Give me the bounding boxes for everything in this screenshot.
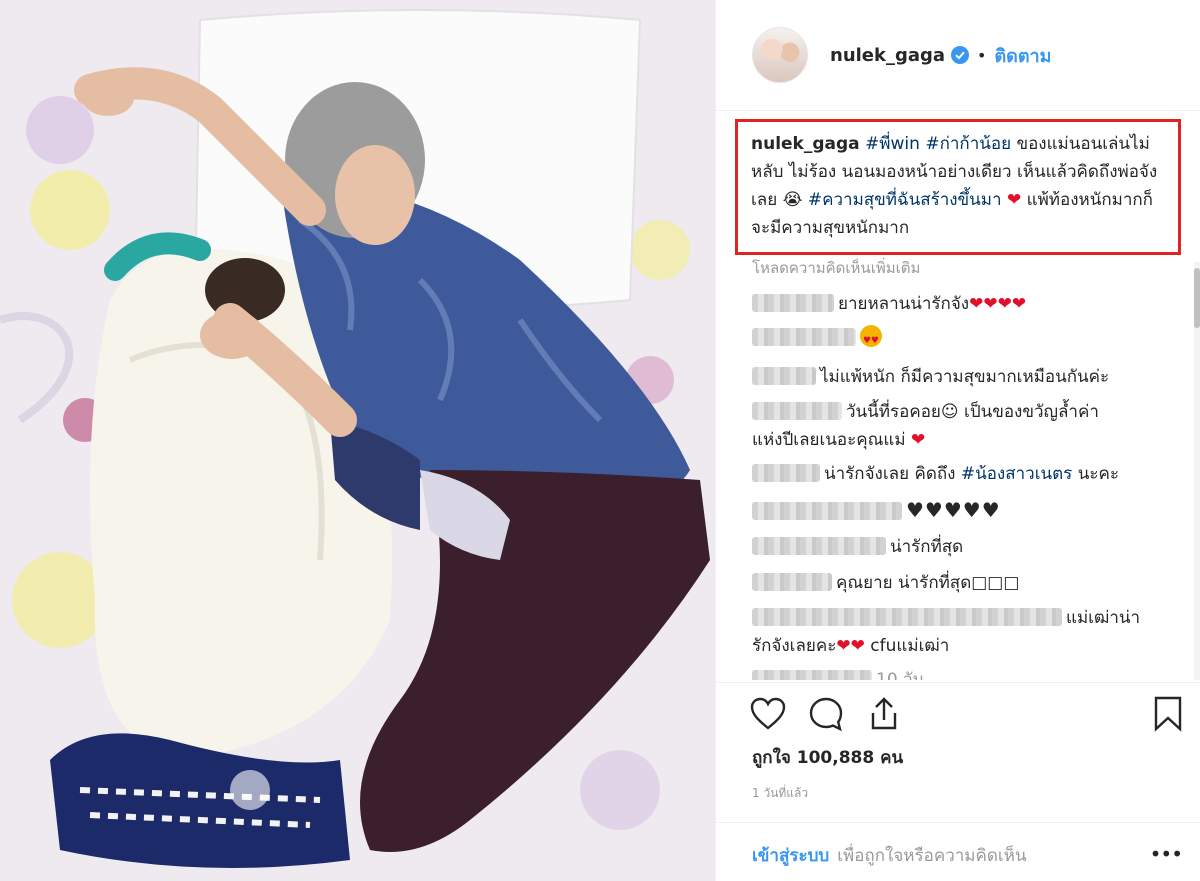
post-caption: nulek_gaga #พี่win #ก่าก้าน้อย ของแม่นอน… [735, 119, 1181, 255]
verified-badge-icon [951, 46, 970, 64]
comment-text: วันนี้ที่รอคอย☺ เป็นของขวัญล้ำค่า [846, 402, 1099, 422]
comment-item: 10 วัน [752, 666, 1172, 680]
share-button[interactable] [864, 694, 904, 734]
post-photo[interactable] [0, 0, 715, 881]
like-button[interactable] [748, 694, 788, 734]
post-timestamp[interactable]: 1 วันที่แล้ว [752, 784, 808, 803]
bookmark-icon [1154, 696, 1182, 732]
load-more-comments-link[interactable]: โหลดความคิดเห็นเพิ่มเติม [752, 256, 920, 280]
blurred-username[interactable] [752, 537, 886, 555]
blurred-username[interactable] [752, 402, 842, 420]
blurred-username[interactable] [752, 573, 832, 591]
comment-hearts: ❤ [910, 430, 926, 450]
comment-text-line2: รักจังเลยคะ [752, 636, 837, 656]
divider [716, 822, 1200, 823]
instagram-post-view: nulek_gaga • ติดตาม nulek_gaga #พี่win #… [0, 0, 1200, 881]
login-link[interactable]: เข้าสู่ระบบ [752, 842, 829, 869]
separator-dot: • [977, 45, 987, 65]
avatar[interactable] [752, 27, 808, 83]
comment-item: ไม่แพ้หนัก ก็มีความสุขมากเหมือนกันค่ะ [752, 363, 1172, 391]
comment-text: ♥♥♥♥♥ [906, 498, 1001, 522]
comment-hearts: ❤❤❤❤ [969, 294, 1027, 314]
comment-icon [809, 697, 843, 732]
action-bar [748, 694, 904, 734]
comment-item: วันนี้ที่รอคอย☺ เป็นของขวัญล้ำค่า แห่งปี… [752, 398, 1172, 454]
share-icon [871, 697, 897, 730]
blurred-username[interactable] [752, 367, 816, 385]
comment-text: 10 วัน [876, 670, 925, 680]
comment-item: น่ารักจังเลย คิดถึง #น้องสาวเนตร นะคะ [752, 460, 1172, 488]
comment-text: คุณยาย น่ารักที่สุด□□□ [836, 573, 1020, 593]
divider [716, 682, 1200, 683]
caption-hashtag-3[interactable]: #ความสุขที่ฉันสร้างขึ้นมา [808, 190, 1002, 210]
more-options-icon[interactable]: ••• [1150, 842, 1183, 866]
comment-text-after: cfuแม่เฒ่า [870, 636, 950, 656]
comment-item [752, 324, 1172, 355]
comment-item: ♥♥♥♥♥ [752, 496, 1172, 526]
header-username[interactable]: nulek_gaga [830, 45, 945, 66]
login-prompt: เข้าสู่ระบบ เพื่อถูกใจหรือความคิดเห็น ••… [752, 842, 1192, 869]
follow-button[interactable]: ติดตาม [994, 41, 1051, 70]
comment-item: คุณยาย น่ารักที่สุด□□□ [752, 569, 1172, 597]
caption-hashtag-2[interactable]: #ก่าก้าน้อย [925, 134, 1011, 154]
comment-text: น่ารักจังเลย คิดถึง [824, 464, 956, 484]
comment-hearts: ❤❤ [836, 636, 865, 656]
like-count[interactable]: ถูกใจ 100,888 คน [752, 744, 903, 771]
comment-button[interactable] [806, 694, 846, 734]
heart-icon [750, 697, 786, 730]
divider [716, 110, 1200, 111]
post-header: nulek_gaga • ติดตาม [716, 0, 1200, 110]
blurred-username[interactable] [752, 464, 820, 482]
caption-hashtag-1[interactable]: #พี่win [865, 134, 920, 154]
comment-text-line2: แห่งปีเลยเนอะคุณแม่ [752, 430, 906, 450]
comment-text-after: นะคะ [1077, 464, 1119, 484]
caption-heart: ❤ [1006, 190, 1022, 210]
blurred-username[interactable] [752, 294, 834, 312]
comments-scrollbar-thumb[interactable] [1194, 268, 1200, 328]
blurred-username[interactable] [752, 502, 902, 520]
blurred-username[interactable] [752, 328, 856, 346]
comment-item: แม่เฒ่าน่า รักจังเลยคะ❤❤ cfuแม่เฒ่า [752, 604, 1172, 660]
post-photo-illustration [0, 0, 715, 881]
comment-hashtag[interactable]: #น้องสาวเนตร [961, 464, 1072, 484]
login-prompt-text: เพื่อถูกใจหรือความคิดเห็น [837, 846, 1027, 866]
caption-username[interactable]: nulek_gaga [751, 134, 860, 154]
comment-text: แม่เฒ่าน่า [1066, 608, 1141, 628]
comment-item: น่ารักที่สุด [752, 533, 1172, 561]
blurred-username[interactable] [752, 608, 1062, 626]
comment-item: ยายหลานน่ารักจัง❤❤❤❤ [752, 290, 1172, 318]
comment-text: น่ารักที่สุด [890, 537, 964, 557]
heart-eyes-emoji-icon [860, 325, 882, 355]
save-button[interactable] [1148, 694, 1188, 734]
blurred-username[interactable] [752, 670, 872, 680]
post-sidebar: nulek_gaga • ติดตาม nulek_gaga #พี่win #… [715, 0, 1200, 881]
comment-text: ไม่แพ้หนัก ก็มีความสุขมากเหมือนกันค่ะ [820, 367, 1110, 387]
comment-text: ยายหลานน่ารักจัง [838, 294, 970, 314]
